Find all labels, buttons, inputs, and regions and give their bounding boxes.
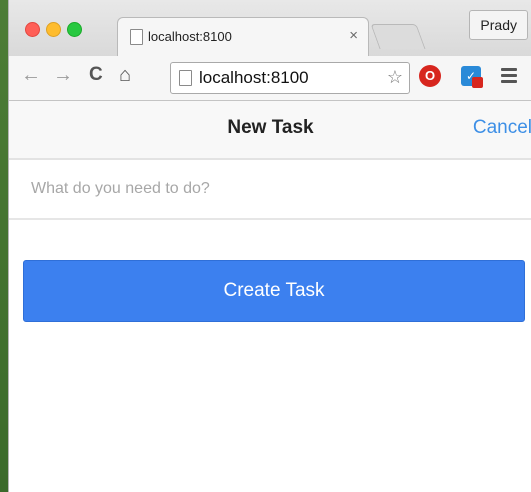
- browser-window: localhost:8100 × Prady ← → C ⌂ localhost…: [8, 0, 531, 492]
- create-task-button[interactable]: Create Task: [23, 260, 525, 322]
- url-text[interactable]: localhost:8100: [199, 68, 309, 88]
- profile-button[interactable]: Prady: [469, 10, 528, 40]
- reload-icon[interactable]: C: [89, 64, 103, 86]
- tab-close-icon[interactable]: ×: [349, 27, 358, 44]
- new-tab-button[interactable]: [370, 24, 426, 49]
- back-arrow-icon[interactable]: ←: [21, 64, 41, 87]
- task-input[interactable]: [29, 174, 513, 204]
- browser-toolbar: ← → C ⌂ localhost:8100 ☆ O ✓: [9, 56, 531, 101]
- tab-title: localhost:8100: [148, 29, 232, 44]
- app-content: New Task Cancel Create Task: [9, 101, 531, 492]
- page-icon: [179, 70, 192, 86]
- task-field-row: [9, 160, 531, 220]
- browser-tab[interactable]: localhost:8100 ×: [117, 17, 369, 57]
- window-close-button[interactable]: [25, 22, 40, 37]
- page-title: New Task: [227, 117, 314, 138]
- address-bar[interactable]: localhost:8100 ☆: [170, 62, 410, 94]
- cancel-button[interactable]: Cancel: [473, 117, 531, 139]
- window-maximize-button[interactable]: [67, 22, 82, 37]
- red-circle-extension-icon[interactable]: O: [419, 65, 441, 87]
- star-icon[interactable]: ☆: [387, 67, 403, 88]
- extension-badge-icon: [472, 77, 483, 88]
- title-bar: localhost:8100 × Prady: [9, 0, 531, 57]
- page-icon: [130, 29, 143, 45]
- window-minimize-button[interactable]: [46, 22, 61, 37]
- hamburger-menu-icon[interactable]: [501, 68, 517, 86]
- nav-bar: New Task Cancel: [9, 101, 531, 160]
- home-icon[interactable]: ⌂: [119, 64, 131, 87]
- forward-arrow-icon[interactable]: →: [53, 64, 73, 87]
